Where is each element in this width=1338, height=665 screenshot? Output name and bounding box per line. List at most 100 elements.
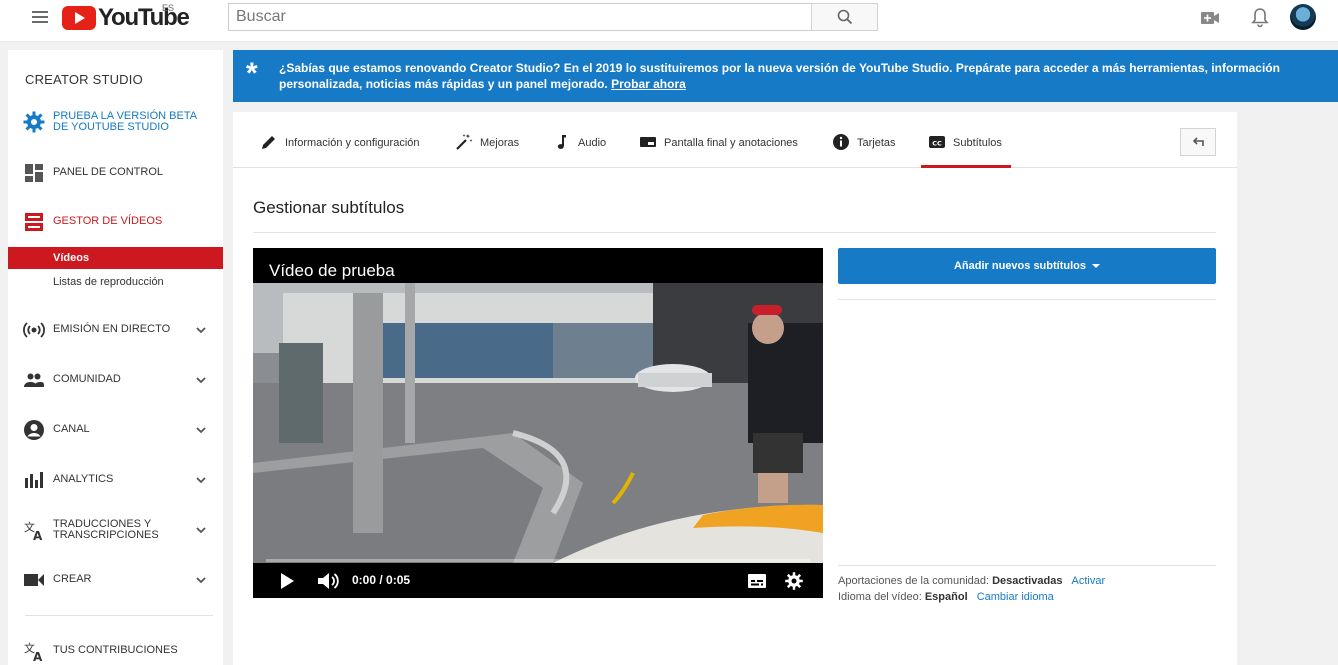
video-title: Vídeo de prueba: [269, 261, 395, 280]
community-label: Aportaciones de la comunidad:: [838, 575, 990, 587]
avatar[interactable]: [1290, 4, 1316, 30]
community-contributions-row: Aportaciones de la comunidad: Desactivad…: [838, 575, 1105, 587]
chevron-down-icon[interactable]: [194, 373, 208, 387]
pencil-icon: [262, 136, 275, 149]
video-player[interactable]: Vídeo de prueba 0:00 / 0:05: [253, 248, 823, 598]
language-value: Español: [924, 591, 968, 603]
sidebar-item-label: GESTOR DE VÍDEOS: [53, 215, 163, 227]
magic-wand-icon: [456, 134, 473, 150]
language-label: Idioma del vídeo:: [838, 591, 922, 603]
sidebar-item-live[interactable]: EMISIÓN EN DIRECTO: [8, 318, 223, 342]
community-icon: [24, 373, 44, 387]
panel-divider: [838, 565, 1216, 566]
translate-icon: 文A: [24, 641, 43, 663]
video-frame: [253, 283, 823, 563]
create-video-icon[interactable]: [1198, 6, 1222, 30]
activate-link[interactable]: Activar: [1072, 575, 1106, 587]
video-time: 0:00 / 0:05: [352, 573, 411, 587]
video-language-row: Idioma del vídeo: Español Cambiar idioma: [838, 591, 1054, 603]
title-divider: [253, 232, 1216, 233]
sidebar-item-beta-label: PRUEBA LA VERSIÓN BETA DE YOUTUBE STUDIO: [53, 110, 198, 133]
chevron-down-icon[interactable]: [194, 323, 208, 337]
change-language-link[interactable]: Cambiar idioma: [977, 591, 1054, 603]
settings-gear-icon[interactable]: [784, 571, 804, 591]
page-title: Gestionar subtítulos: [253, 198, 405, 217]
add-subtitles-label: Añadir nuevos subtítulos: [953, 260, 1086, 272]
sidebar-item-community[interactable]: COMUNIDAD: [8, 368, 223, 392]
search-input[interactable]: [229, 4, 811, 30]
tab-label: Subtítulos: [953, 137, 1002, 149]
search-button[interactable]: [811, 3, 878, 31]
back-button[interactable]: [1180, 128, 1216, 156]
sidebar-item-label: COMUNIDAD: [53, 373, 121, 385]
search-box: [228, 3, 812, 31]
tab-cards[interactable]: Tarjetas: [832, 133, 896, 168]
search-icon: [837, 9, 852, 25]
sidebar-item-channel[interactable]: CANAL: [8, 418, 223, 442]
svg-text:CC: CC: [932, 139, 942, 147]
sidebar-item-create[interactable]: CREAR: [8, 568, 223, 592]
tab-label: Información y configuración: [285, 137, 420, 149]
sidebar-item-contributions[interactable]: 文A TUS CONTRIBUCIONES: [8, 639, 223, 663]
chevron-down-icon[interactable]: [194, 523, 208, 537]
tab-label: Tarjetas: [857, 137, 896, 149]
channel-account-icon: [24, 420, 44, 440]
tab-audio[interactable]: Audio: [553, 133, 606, 168]
sidebar-item-translations[interactable]: 文A TRADUCCIONES Y TRANSCRIPCIONES: [8, 518, 223, 542]
info-circle-icon: [833, 134, 849, 150]
sidebar-divider: [25, 615, 213, 616]
end-screen-icon: [640, 137, 656, 147]
svg-text:A: A: [33, 650, 43, 663]
translate-icon: 文A: [24, 520, 43, 542]
sidebar-item-label: EMISIÓN EN DIRECTO: [53, 323, 171, 335]
volume-icon[interactable]: [317, 571, 339, 591]
sidebar-item-dashboard[interactable]: PANEL DE CONTROL: [8, 161, 223, 185]
sidebar-subitem-playlists[interactable]: Listas de reproducción: [8, 271, 223, 293]
tab-subtitles[interactable]: CC Subtítulos: [921, 133, 1011, 168]
community-value: Desactivadas: [992, 575, 1063, 587]
sidebar-item-label: ANALYTICS: [53, 473, 114, 485]
tab-label: Mejoras: [480, 137, 520, 149]
menu-icon[interactable]: [32, 11, 48, 25]
studio-beta-banner: * ¿Sabías que estamos renovando Creator …: [233, 50, 1338, 102]
analytics-bar-icon: [25, 472, 43, 488]
tab-bar: Información y configuración Mejoras Audi…: [233, 112, 1237, 168]
add-subtitles-button[interactable]: Añadir nuevos subtítulos: [838, 248, 1216, 284]
sidebar-item-beta[interactable]: PRUEBA LA VERSIÓN BETA DE YOUTUBE STUDIO: [8, 110, 223, 134]
banner-message: ¿Sabías que estamos renovando Creator St…: [279, 60, 1319, 92]
music-note-icon: [557, 135, 566, 149]
video-controls: 0:00 / 0:05: [253, 564, 823, 598]
gear-icon: [23, 111, 45, 133]
chevron-down-icon[interactable]: [194, 473, 208, 487]
chevron-down-icon[interactable]: [194, 573, 208, 587]
tab-end-screen[interactable]: Pantalla final y anotaciones: [639, 133, 798, 168]
sidebar-item-label: PANEL DE CONTROL: [53, 166, 164, 178]
asterisk-icon: *: [246, 57, 258, 90]
video-manager-icon: [25, 213, 43, 231]
sidebar-item-label: CREAR: [53, 573, 92, 585]
sidebar-subitem-videos[interactable]: Vídeos: [8, 247, 223, 269]
sidebar-item-label: TUS CONTRIBUCIONES: [53, 644, 178, 656]
video-progress-bar[interactable]: [266, 559, 810, 562]
creator-studio-title: CREATOR STUDIO: [25, 72, 143, 87]
notifications-bell-icon[interactable]: [1248, 6, 1272, 30]
logo-text: YouTube: [98, 4, 190, 31]
top-bar: YouTube ES: [0, 0, 1338, 42]
cc-icon: CC: [929, 136, 945, 148]
play-icon[interactable]: [279, 572, 295, 590]
tab-label: Audio: [578, 137, 607, 149]
sidebar-item-analytics[interactable]: ANALYTICS: [8, 468, 223, 492]
youtube-play-icon: [62, 6, 96, 30]
sidebar-item-label: CANAL: [53, 423, 90, 435]
video-camera-icon: [24, 574, 44, 586]
svg-text:A: A: [33, 529, 43, 542]
sidebar-item-label: TRADUCCIONES Y TRANSCRIPCIONES: [53, 518, 159, 541]
tab-info-settings[interactable]: Información y configuración: [260, 133, 420, 168]
main-card: Información y configuración Mejoras Audi…: [233, 112, 1237, 665]
logo-region: ES: [162, 3, 175, 13]
tab-enhancements[interactable]: Mejoras: [455, 133, 519, 168]
subtitles-cc-icon[interactable]: [747, 572, 767, 590]
chevron-down-icon[interactable]: [194, 423, 208, 437]
try-now-link[interactable]: Probar ahora: [611, 77, 686, 91]
sidebar-item-video-manager[interactable]: GESTOR DE VÍDEOS: [8, 210, 223, 234]
